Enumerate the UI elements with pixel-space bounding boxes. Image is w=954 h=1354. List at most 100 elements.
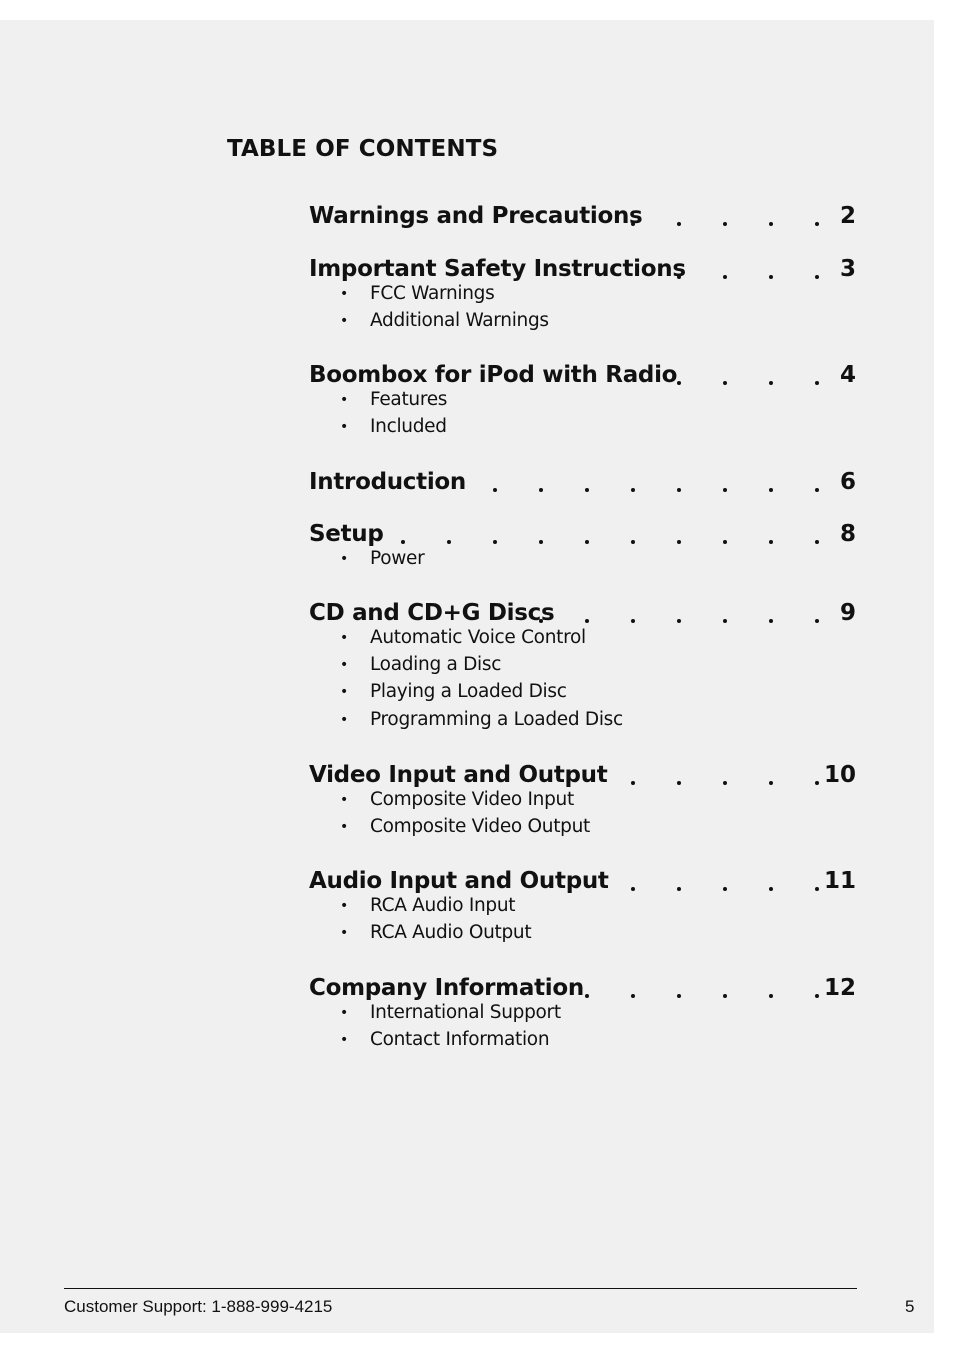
toc-subitem[interactable]: • RCA Audio Output xyxy=(340,921,532,945)
leader-dot xyxy=(723,381,727,385)
leader-dot xyxy=(631,540,635,544)
toc-subitem[interactable]: • Composite Video Input xyxy=(340,788,574,812)
toc-subitem-label: Features xyxy=(370,389,448,410)
leader-dot xyxy=(585,994,589,998)
bullet-icon: • xyxy=(340,925,348,942)
toc-subitem[interactable]: • International Support xyxy=(340,1001,561,1025)
toc-subitem-label: Programming a Loaded Disc xyxy=(370,708,623,730)
toc-subitem[interactable]: • Additional Warnings xyxy=(340,309,549,333)
bullet-icon: • xyxy=(340,819,348,836)
toc-entry-page-number[interactable]: 2 xyxy=(840,202,856,230)
leader-dot xyxy=(723,488,727,492)
toc-subitem[interactable]: • Composite Video Output xyxy=(340,815,590,839)
leader-dot xyxy=(815,222,819,226)
bullet-icon: • xyxy=(340,684,348,701)
bullet-icon: • xyxy=(340,313,348,330)
toc-subitem-label: Included xyxy=(370,416,447,438)
toc-subitem-label: Loading a Disc xyxy=(370,654,502,676)
bullet-icon: • xyxy=(340,792,348,808)
toc-entry-page-number[interactable]: 10 xyxy=(824,761,856,789)
leader-dot xyxy=(401,540,405,544)
toc-subitem[interactable]: • RCA Audio Input xyxy=(340,894,516,918)
toc-subitem-label: RCA Audio Output xyxy=(370,922,532,944)
leader-dot xyxy=(677,381,681,385)
leader-dot xyxy=(723,222,727,226)
footer-support-text: Customer Support: 1-888-999-4215 xyxy=(64,1297,333,1316)
toc-entry-title[interactable]: CD and CD+G Discs xyxy=(309,599,555,627)
toc-entry-page-number[interactable]: 6 xyxy=(840,468,856,496)
toc-subitem-label: Playing a Loaded Disc xyxy=(370,681,567,703)
leader-dot xyxy=(677,781,681,785)
leader-dot xyxy=(677,887,681,891)
toc-subitem[interactable]: • Programming a Loaded Disc xyxy=(340,708,623,732)
toc-entry-page-number[interactable]: 3 xyxy=(840,255,856,283)
leader-dot xyxy=(677,540,681,544)
toc-subitem-label: FCC Warnings xyxy=(370,283,495,304)
toc-subitem-label: Power xyxy=(370,548,425,569)
leader-dot xyxy=(815,540,819,544)
leader-dot xyxy=(769,488,773,492)
toc-entry-page-number[interactable]: 9 xyxy=(840,599,856,627)
toc-subitem[interactable]: • Playing a Loaded Disc xyxy=(340,680,567,704)
toc-entry-page-number[interactable]: 4 xyxy=(840,361,856,389)
bullet-icon: • xyxy=(340,1005,348,1021)
toc-entry-page-number[interactable]: 11 xyxy=(824,867,856,895)
toc-subitem-label: Composite Video Output xyxy=(370,816,590,838)
toc-entry-title[interactable]: Audio Input and Output xyxy=(309,867,609,895)
leader-dot xyxy=(631,222,635,226)
leader-dot xyxy=(723,275,727,279)
toc-subitem-label: Composite Video Input xyxy=(370,789,574,810)
leader-dot xyxy=(585,540,589,544)
toc-entry-title[interactable]: Warnings and Precautions xyxy=(309,202,643,230)
toc-subitem[interactable]: • Contact Information xyxy=(340,1028,550,1052)
toc-subitem[interactable]: • Included xyxy=(340,415,447,439)
toc-subitem[interactable]: • FCC Warnings xyxy=(340,282,495,306)
toc-entry-page-number[interactable]: 8 xyxy=(840,520,856,548)
leader-dot xyxy=(723,619,727,623)
toc-subitem[interactable]: • Loading a Disc xyxy=(340,653,501,677)
toc-entry-title[interactable]: Important Safety Instructions xyxy=(309,255,686,283)
bullet-icon: • xyxy=(340,286,348,302)
toc-subitem[interactable]: • Power xyxy=(340,547,425,571)
bullet-icon: • xyxy=(340,657,348,674)
leader-dot xyxy=(677,275,681,279)
toc-subitem-label: Contact Information xyxy=(370,1029,550,1051)
leader-dot xyxy=(631,887,635,891)
toc-subitem-label: Additional Warnings xyxy=(370,310,549,332)
leader-dot xyxy=(585,488,589,492)
toc-subitem[interactable]: • Automatic Voice Control xyxy=(340,626,586,650)
toc-entry-title[interactable]: Company Information xyxy=(309,974,584,1002)
toc-entry-title[interactable]: Introduction xyxy=(309,468,466,496)
leader-dot xyxy=(539,488,543,492)
leader-dot xyxy=(723,887,727,891)
toc-subitem-label: RCA Audio Input xyxy=(370,895,516,916)
leader-dot xyxy=(723,994,727,998)
footer-page-number: 5 xyxy=(905,1297,915,1316)
toc-entry-title[interactable]: Setup xyxy=(309,520,384,548)
bullet-icon: • xyxy=(340,1032,348,1049)
leader-dot xyxy=(493,540,497,544)
leader-dot xyxy=(677,994,681,998)
leader-dot xyxy=(815,619,819,623)
leader-dot xyxy=(677,488,681,492)
leader-dot xyxy=(769,887,773,891)
leader-dot xyxy=(769,619,773,623)
leader-dot xyxy=(769,994,773,998)
leader-dot xyxy=(769,381,773,385)
toc-subitem-label: Automatic Voice Control xyxy=(370,627,586,648)
leader-dot xyxy=(493,488,497,492)
toc-entry-title[interactable]: Boombox for iPod with Radio xyxy=(309,361,677,389)
leader-dot xyxy=(631,781,635,785)
leader-dot xyxy=(631,619,635,623)
leader-dot xyxy=(631,994,635,998)
leader-dot xyxy=(677,619,681,623)
leader-dot xyxy=(723,781,727,785)
toc-entry-page-number[interactable]: 12 xyxy=(824,974,856,1002)
leader-dot xyxy=(815,994,819,998)
toc-subitem[interactable]: • Features xyxy=(340,388,447,412)
leader-dot xyxy=(447,540,451,544)
toc-entry-title[interactable]: Video Input and Output xyxy=(309,761,608,789)
leader-dot xyxy=(769,275,773,279)
leader-dot xyxy=(723,540,727,544)
leader-dot xyxy=(539,540,543,544)
